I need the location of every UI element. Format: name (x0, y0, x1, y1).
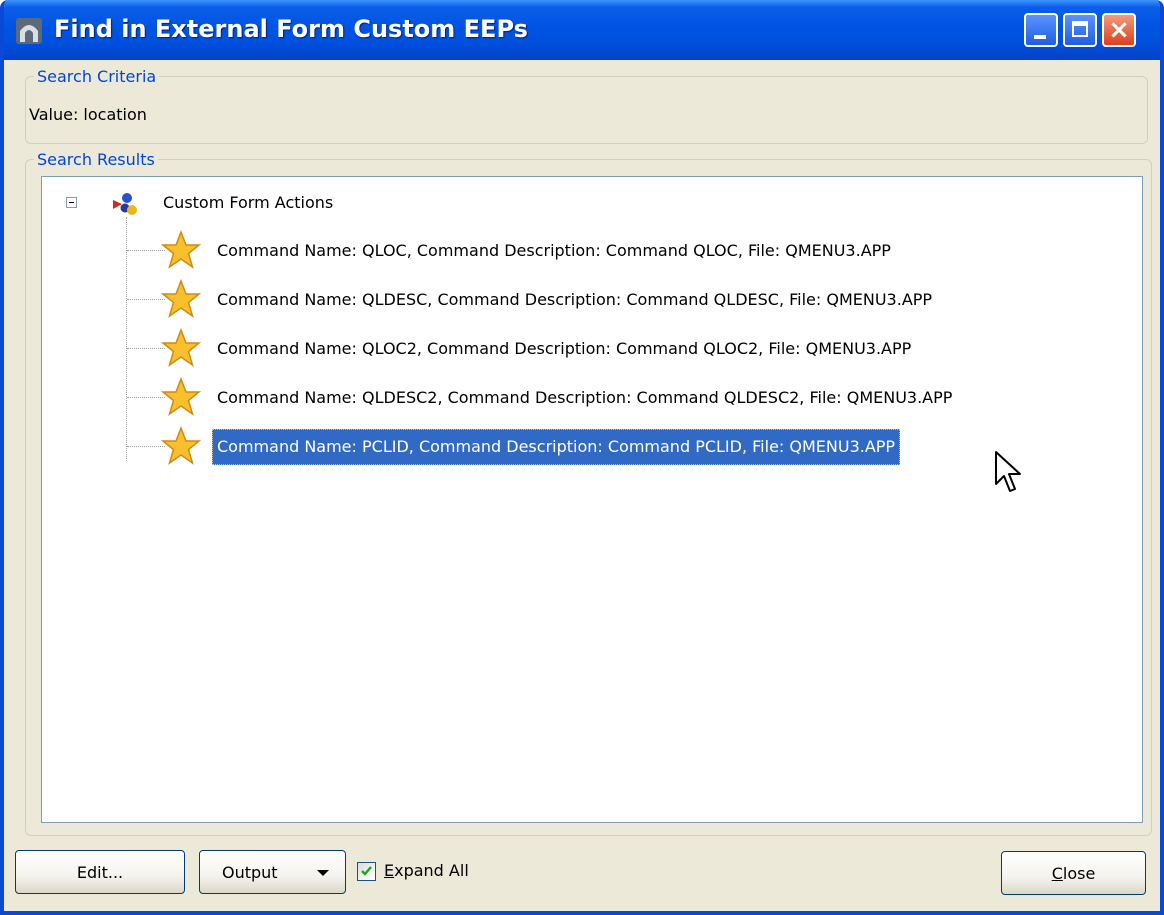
tree-branch (127, 397, 165, 398)
find-dialog: Find in External Form Custom EEPs × Sear… (0, 0, 1164, 915)
star-icon (161, 230, 201, 269)
custom-form-actions-icon (113, 193, 137, 215)
results-tree[interactable]: Custom Form Actions Command Name: QLOC, … (41, 176, 1143, 823)
checkmark-icon (361, 866, 372, 876)
collapse-toggle-icon[interactable] (66, 197, 77, 208)
tree-root-label[interactable]: Custom Form Actions (163, 193, 333, 212)
tree-branch (127, 446, 165, 447)
close-button[interactable]: Close (1001, 851, 1146, 895)
expand-all-label[interactable]: Expand All (384, 861, 469, 880)
tree-branch (127, 250, 165, 251)
star-icon (161, 426, 201, 465)
search-results-legend: Search Results (34, 150, 158, 169)
minimize-button[interactable] (1024, 13, 1058, 47)
edit-button[interactable]: Edit... (15, 850, 185, 894)
result-item[interactable]: Command Name: QLOC, Command Description:… (212, 233, 896, 269)
chevron-down-icon (317, 870, 329, 876)
minimize-icon (1034, 35, 1046, 39)
expand-all-checkbox[interactable] (357, 862, 376, 881)
output-dropdown-button[interactable]: Output (199, 850, 346, 894)
search-criteria-group: Search Criteria (25, 67, 1148, 144)
maximize-icon (1072, 21, 1088, 37)
star-icon (161, 328, 201, 367)
result-item-selected[interactable]: Command Name: PCLID, Command Description… (212, 429, 901, 465)
result-item[interactable]: Command Name: QLDESC2, Command Descripti… (212, 380, 957, 416)
close-window-button[interactable]: × (1102, 13, 1136, 47)
search-criteria-legend: Search Criteria (34, 67, 160, 86)
mouse-cursor-icon (995, 451, 1021, 492)
edit-button-label: Edit... (76, 862, 124, 882)
tree-connector (126, 217, 127, 461)
output-button-label: Output (222, 862, 278, 882)
tree-branch (127, 299, 165, 300)
result-item[interactable]: Command Name: QLOC2, Command Description… (212, 331, 916, 367)
result-item[interactable]: Command Name: QLDESC, Command Descriptio… (212, 282, 937, 318)
close-button-label: Close (1051, 863, 1096, 883)
tree-branch (127, 348, 165, 349)
title-bar[interactable]: Find in External Form Custom EEPs × (4, 0, 1160, 60)
window-title: Find in External Form Custom EEPs (54, 15, 528, 43)
star-icon (161, 279, 201, 318)
close-icon: × (1108, 15, 1130, 45)
maximize-button[interactable] (1063, 13, 1097, 47)
search-value-text: Value: location (29, 105, 147, 124)
star-icon (161, 377, 201, 416)
app-icon (16, 18, 42, 44)
